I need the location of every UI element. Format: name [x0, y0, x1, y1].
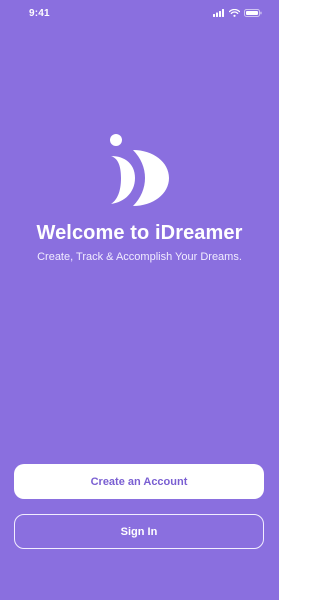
subtitle: Create, Track & Accomplish Your Dreams.	[37, 251, 242, 263]
status-bar: 9:41	[0, 0, 279, 30]
wifi-icon	[229, 9, 240, 17]
battery-icon	[244, 9, 262, 17]
signal-icon	[213, 9, 225, 17]
idreamer-logo	[107, 132, 171, 208]
sign-in-button[interactable]: Sign In	[14, 514, 264, 549]
page-title: Welcome to iDreamer	[36, 222, 243, 244]
welcome-screen: 9:41 Welcome to iDreamer Create, Track &…	[0, 0, 279, 600]
status-time: 9:41	[29, 8, 50, 19]
status-icons	[213, 9, 262, 17]
create-account-button[interactable]: Create an Account	[14, 464, 264, 499]
